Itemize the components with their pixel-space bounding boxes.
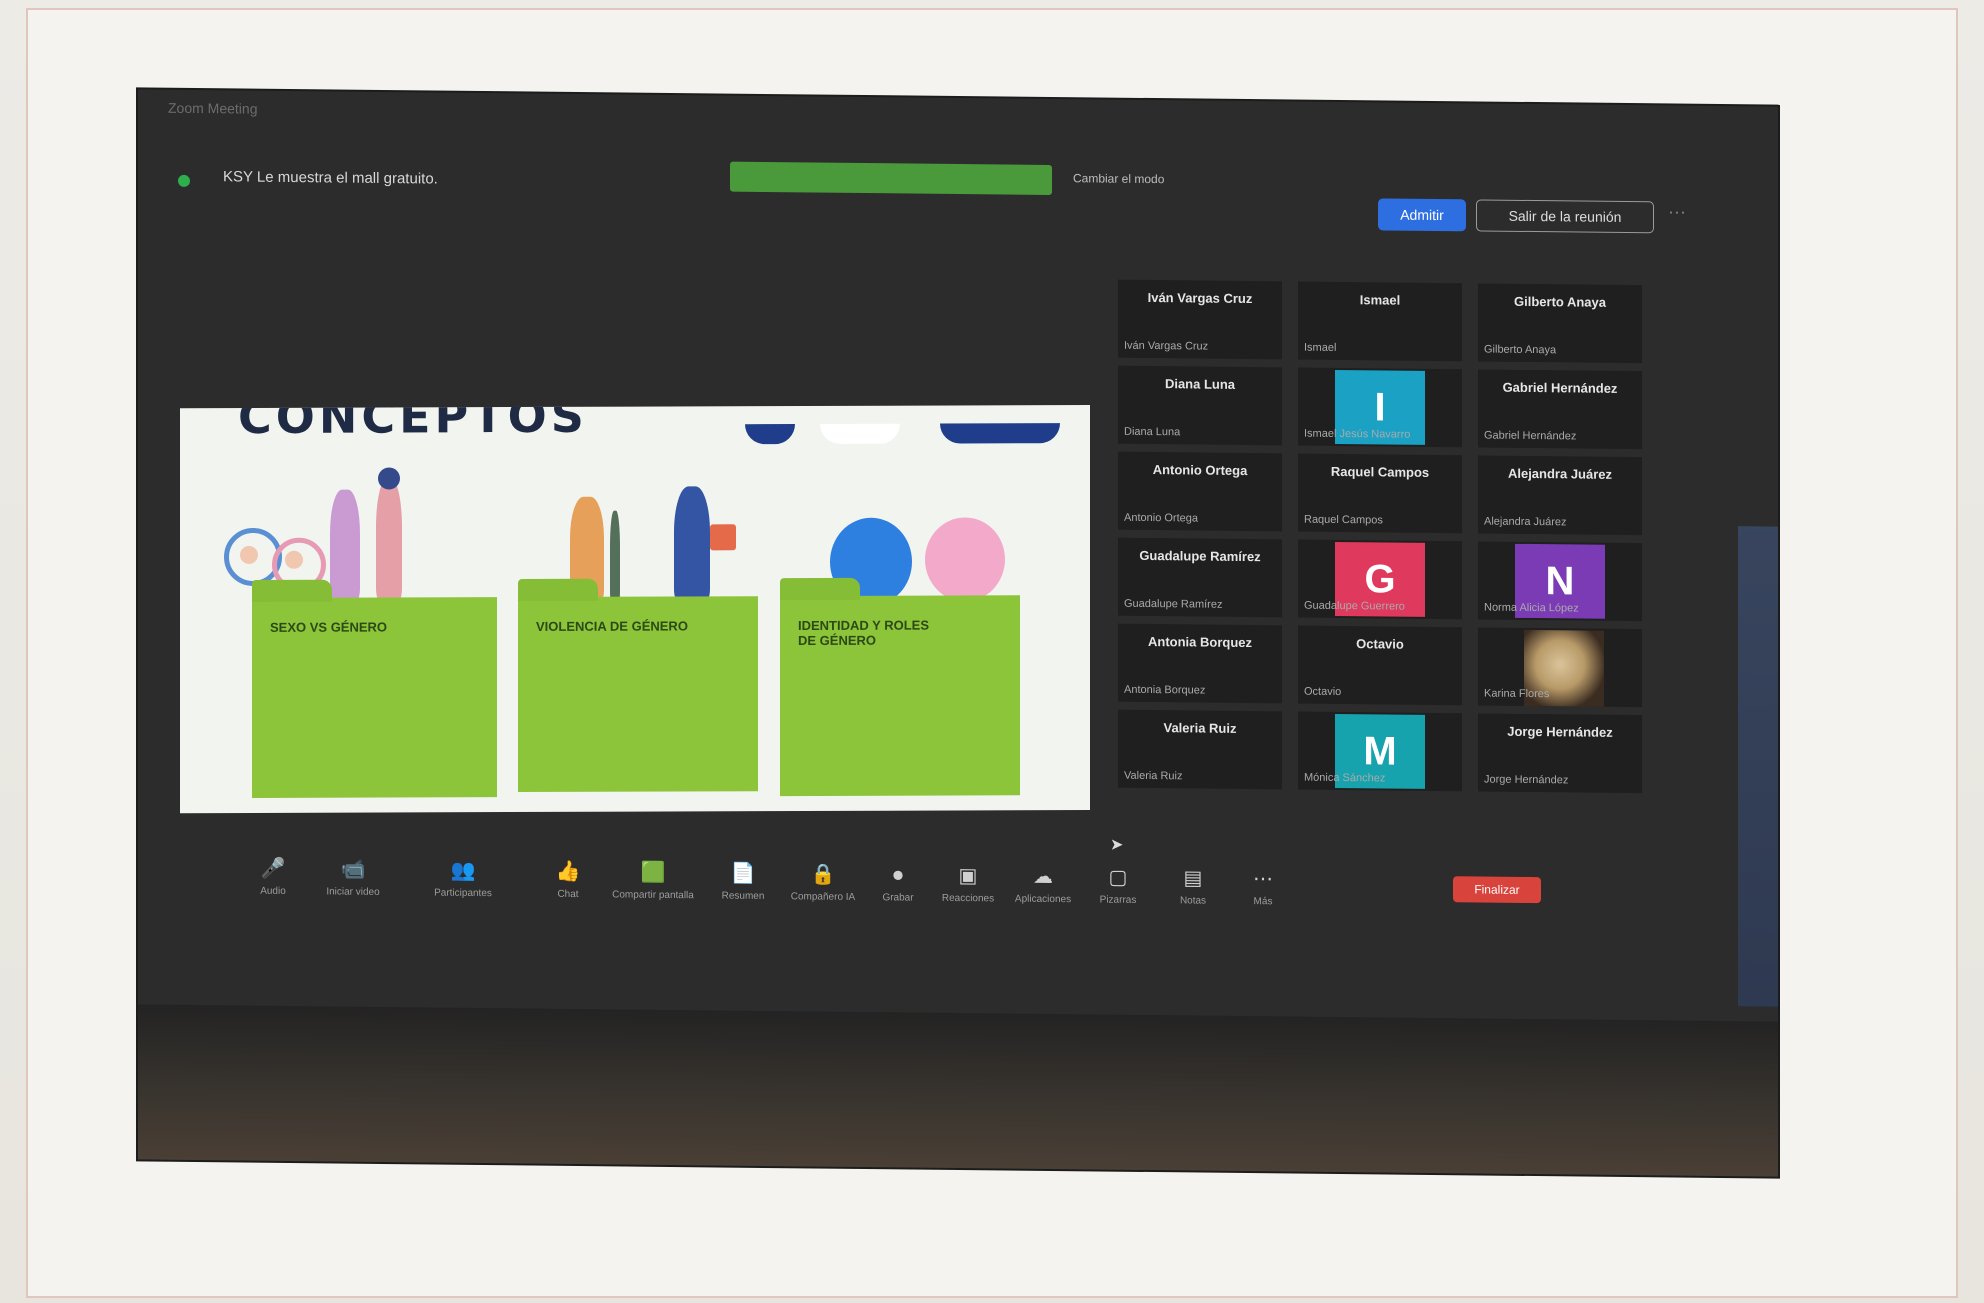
monitor-bezel (138, 1004, 1778, 1177)
more-options-icon[interactable]: ··· (1668, 201, 1686, 222)
summary-button[interactable]: 📄 Resumen (698, 860, 788, 902)
participant-tile[interactable]: I Ismael Jesús Navarro (1298, 367, 1462, 448)
participants-button[interactable]: 👥 Participantes (418, 857, 508, 899)
audio-button[interactable]: 🎤 Audio (228, 855, 318, 897)
sharing-banner (730, 161, 1052, 195)
participant-tile[interactable]: Valeria Ruiz Valeria Ruiz (1118, 709, 1282, 790)
meeting-window: Zoom Meeting KSY Le muestra el mall grat… (138, 89, 1778, 1177)
card-label: SEXO VS GÉNERO (270, 619, 388, 635)
shared-slide: CONCEPTOS SEXO VS GÉNERO VIOLENCIA DE GÉ… (180, 405, 1090, 814)
slide-card: SEXO VS GÉNERO (252, 579, 497, 798)
background-object (1738, 526, 1778, 1007)
view-mode-link[interactable]: Cambiar el modo (1073, 171, 1164, 186)
participant-tile[interactable]: Alejandra Juárez Alejandra Juárez (1478, 455, 1642, 536)
participant-tile[interactable]: Raquel Campos Raquel Campos (1298, 453, 1462, 534)
participant-tile[interactable]: Antonia Borquez Antonia Borquez (1118, 623, 1282, 704)
security-shield-icon[interactable] (178, 174, 190, 187)
participant-tile[interactable]: Karina Flores (1478, 627, 1642, 708)
participant-tile[interactable]: Ismael Ismael (1298, 281, 1462, 362)
participant-tile[interactable]: Gabriel Hernández Gabriel Hernández (1478, 369, 1642, 450)
slide-card: VIOLENCIA DE GÉNERO (518, 578, 758, 793)
photo-background: Zoom Meeting KSY Le muestra el mall grat… (0, 0, 1984, 1303)
app-title: Zoom Meeting (168, 99, 258, 117)
document-icon: 📄 (730, 862, 756, 885)
share-screen-button[interactable]: 🟩 Compartir pantalla (608, 859, 698, 902)
participant-tile[interactable]: Jorge Hernández Jorge Hernández (1478, 713, 1642, 794)
participant-tile[interactable]: Antonio Ortega Antonio Ortega (1118, 451, 1282, 532)
participant-tile[interactable]: Octavio Octavio (1298, 625, 1462, 706)
video-button[interactable]: 📹 Iniciar video (308, 856, 398, 898)
participant-tile[interactable]: N Norma Alicia López (1478, 541, 1642, 622)
video-camera-icon: 📹 (340, 858, 366, 881)
slide-card: IDENTIDAD Y ROLES DE GÉNERO (780, 577, 1020, 797)
card-label: VIOLENCIA DE GÉNERO (536, 618, 688, 634)
meeting-info-text: KSY Le muestra el mall gratuito. (223, 168, 438, 188)
participant-tile[interactable]: Diana Luna Diana Luna (1118, 365, 1282, 446)
chat-button[interactable]: 👍 Chat (523, 858, 613, 900)
mouse-cursor-icon: ➤ (1110, 836, 1124, 854)
card-label: IDENTIDAD Y ROLES DE GÉNERO (798, 617, 929, 649)
share-screen-icon: 🟩 (640, 861, 666, 884)
chat-icon: 👍 (555, 860, 581, 884)
more-icon: ⋯ (1253, 868, 1273, 891)
participant-tile[interactable]: Guadalupe Ramírez Guadalupe Ramírez (1118, 537, 1282, 618)
meeting-toolbar: 🎤 Audio 📹 Iniciar video 👥 Participantes … (228, 855, 1678, 940)
slide-decoration (745, 424, 795, 445)
microphone-icon: 🎤 (260, 857, 286, 880)
slide-decoration (940, 423, 1060, 444)
slide-title: CONCEPTOS (238, 405, 588, 445)
more-button[interactable]: ⋯ Más (1218, 866, 1308, 908)
participants-icon: 👥 (450, 859, 476, 882)
slide-decoration (820, 423, 900, 444)
participant-tile[interactable]: Iván Vargas Cruz Iván Vargas Cruz (1118, 279, 1282, 360)
participant-gallery: Iván Vargas Cruz Iván Vargas Cruz Ismael… (1118, 279, 1658, 794)
participant-tile[interactable]: Gilberto Anaya Gilberto Anaya (1478, 283, 1642, 364)
leave-meeting-button[interactable]: Salir de la reunión (1476, 199, 1654, 234)
participant-tile[interactable]: G Guadalupe Guerrero (1298, 539, 1462, 620)
end-meeting-button[interactable]: Finalizar (1453, 876, 1541, 904)
admit-button[interactable]: Admitir (1378, 198, 1466, 232)
participant-tile[interactable]: M Mónica Sánchez (1298, 711, 1462, 792)
